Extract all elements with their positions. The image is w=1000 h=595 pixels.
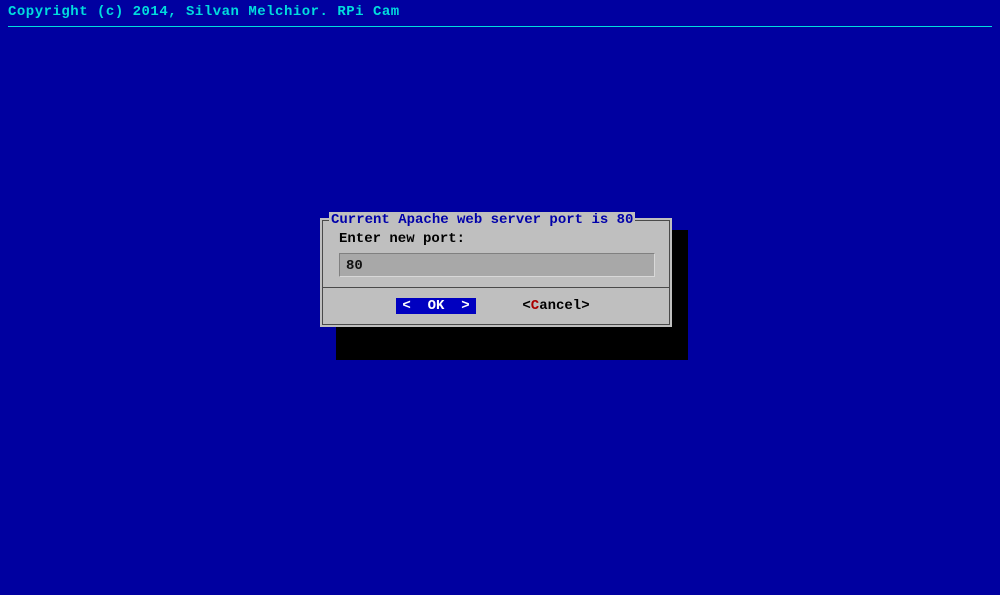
dialog-title: Current Apache web server port is 80 xyxy=(329,212,635,228)
dialog-border: Current Apache web server port is 80 Ent… xyxy=(322,220,670,325)
cancel-rest: ancel xyxy=(539,298,581,314)
ok-button[interactable]: < OK > xyxy=(396,298,476,314)
header-rule xyxy=(8,26,992,27)
cancel-button[interactable]: <Cancel> xyxy=(516,298,596,314)
button-separator xyxy=(323,287,669,288)
bracket-left-icon: < xyxy=(522,298,530,314)
bracket-right-icon: > xyxy=(461,298,469,314)
bracket-left-icon: < xyxy=(402,298,410,314)
port-dialog: Current Apache web server port is 80 Ent… xyxy=(320,218,672,327)
dialog-prompt: Enter new port: xyxy=(339,231,659,247)
header-copyright: Copyright (c) 2014, Silvan Melchior. RPi… xyxy=(0,0,1000,24)
ok-label: OK xyxy=(428,298,445,314)
bracket-right-icon: > xyxy=(581,298,589,314)
button-row: < OK > <Cancel> xyxy=(333,298,659,316)
cancel-hotkey: C xyxy=(531,298,539,314)
port-input[interactable]: 80 xyxy=(339,253,655,277)
